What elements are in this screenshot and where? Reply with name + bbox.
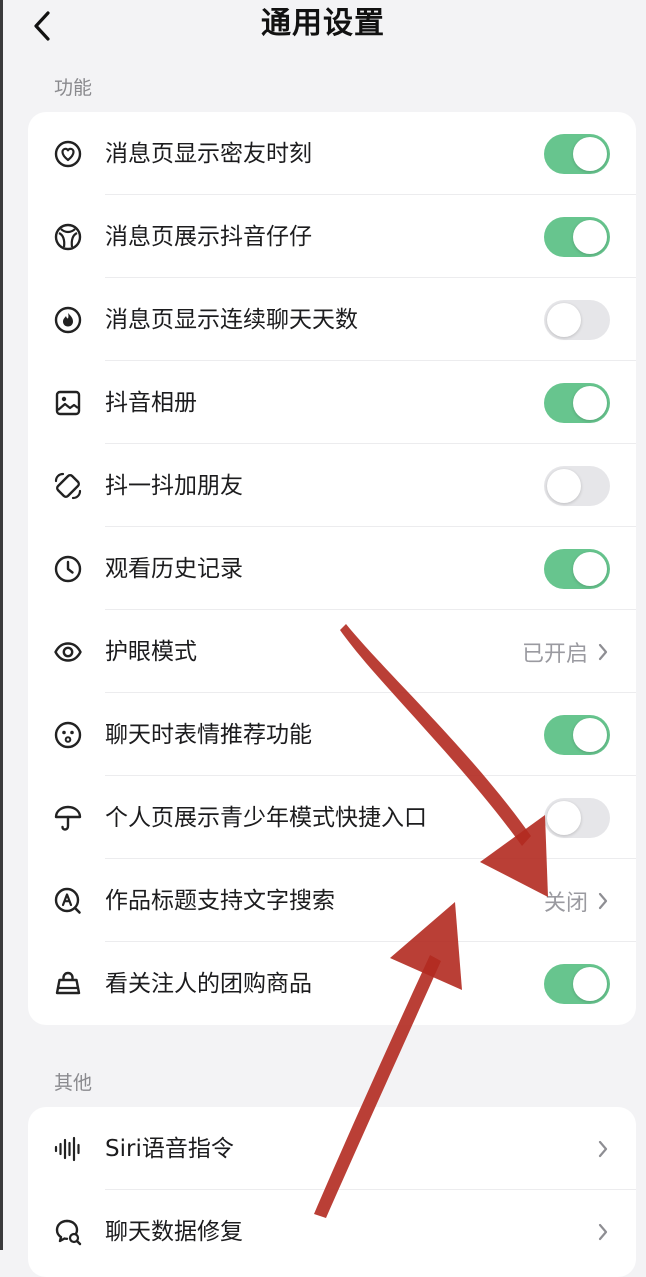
setting-label: 消息页显示连续聊天天数 [105, 306, 358, 333]
page-title: 通用设置 [261, 6, 385, 41]
chevron-right-icon [596, 890, 610, 912]
features-card: 消息页显示密友时刻 消息页展示抖音仔仔 消息页显示连续聊天天数 抖音相册 抖一抖 [28, 112, 636, 1025]
setting-row-chat-streak[interactable]: 消息页显示连续聊天天数 [28, 278, 636, 361]
setting-row-group-buy-goods[interactable]: 看关注人的团购商品 [28, 942, 636, 1025]
umbrella-icon [52, 802, 84, 834]
toggle-switch[interactable] [544, 299, 610, 340]
setting-value[interactable]: 关闭 [544, 885, 610, 917]
photo-icon [52, 387, 84, 419]
chevron-right-icon [596, 1221, 610, 1243]
setting-label: 抖音相册 [105, 389, 197, 416]
setting-label: 护眼模式 [105, 638, 197, 665]
setting-label: 聊天时表情推荐功能 [105, 721, 312, 748]
setting-row-emoji-suggest[interactable]: 聊天时表情推荐功能 [28, 693, 636, 776]
section-label-features: 功能 [54, 77, 93, 99]
chat-repair-icon [52, 1216, 84, 1248]
toggle-knob [547, 800, 581, 835]
toggle-switch[interactable] [544, 216, 610, 257]
chevron-right-icon [596, 641, 610, 663]
toggle-knob [573, 966, 607, 1001]
toggle-knob [573, 551, 607, 586]
setting-label: 消息页显示密友时刻 [105, 140, 312, 167]
cat-face-icon [52, 221, 84, 253]
chevron-right-icon [596, 1138, 610, 1160]
other-card: Siri语音指令 聊天数据修复 [28, 1107, 636, 1277]
setting-value-text: 已开启 [521, 641, 588, 667]
toggle-knob [547, 302, 581, 337]
setting-value[interactable] [596, 1138, 610, 1160]
shake-icon [52, 470, 84, 502]
setting-value[interactable]: 已开启 [522, 636, 610, 668]
setting-row-title-text-search[interactable]: 作品标题支持文字搜索 关闭 [28, 859, 636, 942]
setting-label: 看关注人的团购商品 [105, 970, 312, 997]
setting-row-douyin-zaizai[interactable]: 消息页展示抖音仔仔 [28, 195, 636, 278]
toggle-switch[interactable] [544, 963, 610, 1004]
search-a-icon [52, 885, 84, 917]
toggle-switch[interactable] [544, 465, 610, 506]
toggle-knob [573, 717, 607, 752]
window-edge [0, 0, 3, 1250]
shopping-bag-icon [52, 968, 84, 1000]
toggle-knob [573, 136, 607, 171]
clock-icon [52, 553, 84, 585]
setting-row-siri-shortcut[interactable]: Siri语音指令 [28, 1107, 636, 1190]
toggle-switch[interactable] [544, 797, 610, 838]
toggle-knob [573, 385, 607, 420]
setting-label: 消息页展示抖音仔仔 [105, 223, 312, 250]
setting-value-text: 关闭 [543, 890, 588, 916]
toggle-switch[interactable] [544, 382, 610, 423]
heart-circle-icon [52, 138, 84, 170]
section-label-other: 其他 [54, 1072, 93, 1094]
setting-row-shake-add-friend[interactable]: 抖一抖加朋友 [28, 444, 636, 527]
setting-value[interactable] [596, 1221, 610, 1243]
toggle-switch[interactable] [544, 714, 610, 755]
setting-label: 观看历史记录 [105, 555, 243, 582]
setting-label: 作品标题支持文字搜索 [105, 887, 335, 914]
setting-row-watch-history[interactable]: 观看历史记录 [28, 527, 636, 610]
setting-label: 聊天数据修复 [105, 1218, 243, 1245]
setting-row-chat-data-repair[interactable]: 聊天数据修复 [28, 1190, 636, 1273]
toggle-switch[interactable] [544, 133, 610, 174]
smiley-icon [52, 719, 84, 751]
setting-row-eye-care[interactable]: 护眼模式 已开启 [28, 610, 636, 693]
toggle-switch[interactable] [544, 548, 610, 589]
setting-label: Siri语音指令 [105, 1135, 234, 1162]
setting-label: 个人页展示青少年模式快捷入口 [105, 804, 427, 831]
eye-icon [52, 636, 84, 668]
setting-row-album[interactable]: 抖音相册 [28, 361, 636, 444]
toggle-knob [573, 219, 607, 254]
flame-icon [52, 304, 84, 336]
toggle-knob [547, 468, 581, 503]
setting-row-friend-moments[interactable]: 消息页显示密友时刻 [28, 112, 636, 195]
nav-bar: 通用设置 [0, 0, 646, 52]
setting-row-teen-mode-entry[interactable]: 个人页展示青少年模式快捷入口 [28, 776, 636, 859]
setting-label: 抖一抖加朋友 [105, 472, 243, 499]
waveform-icon [52, 1133, 84, 1165]
